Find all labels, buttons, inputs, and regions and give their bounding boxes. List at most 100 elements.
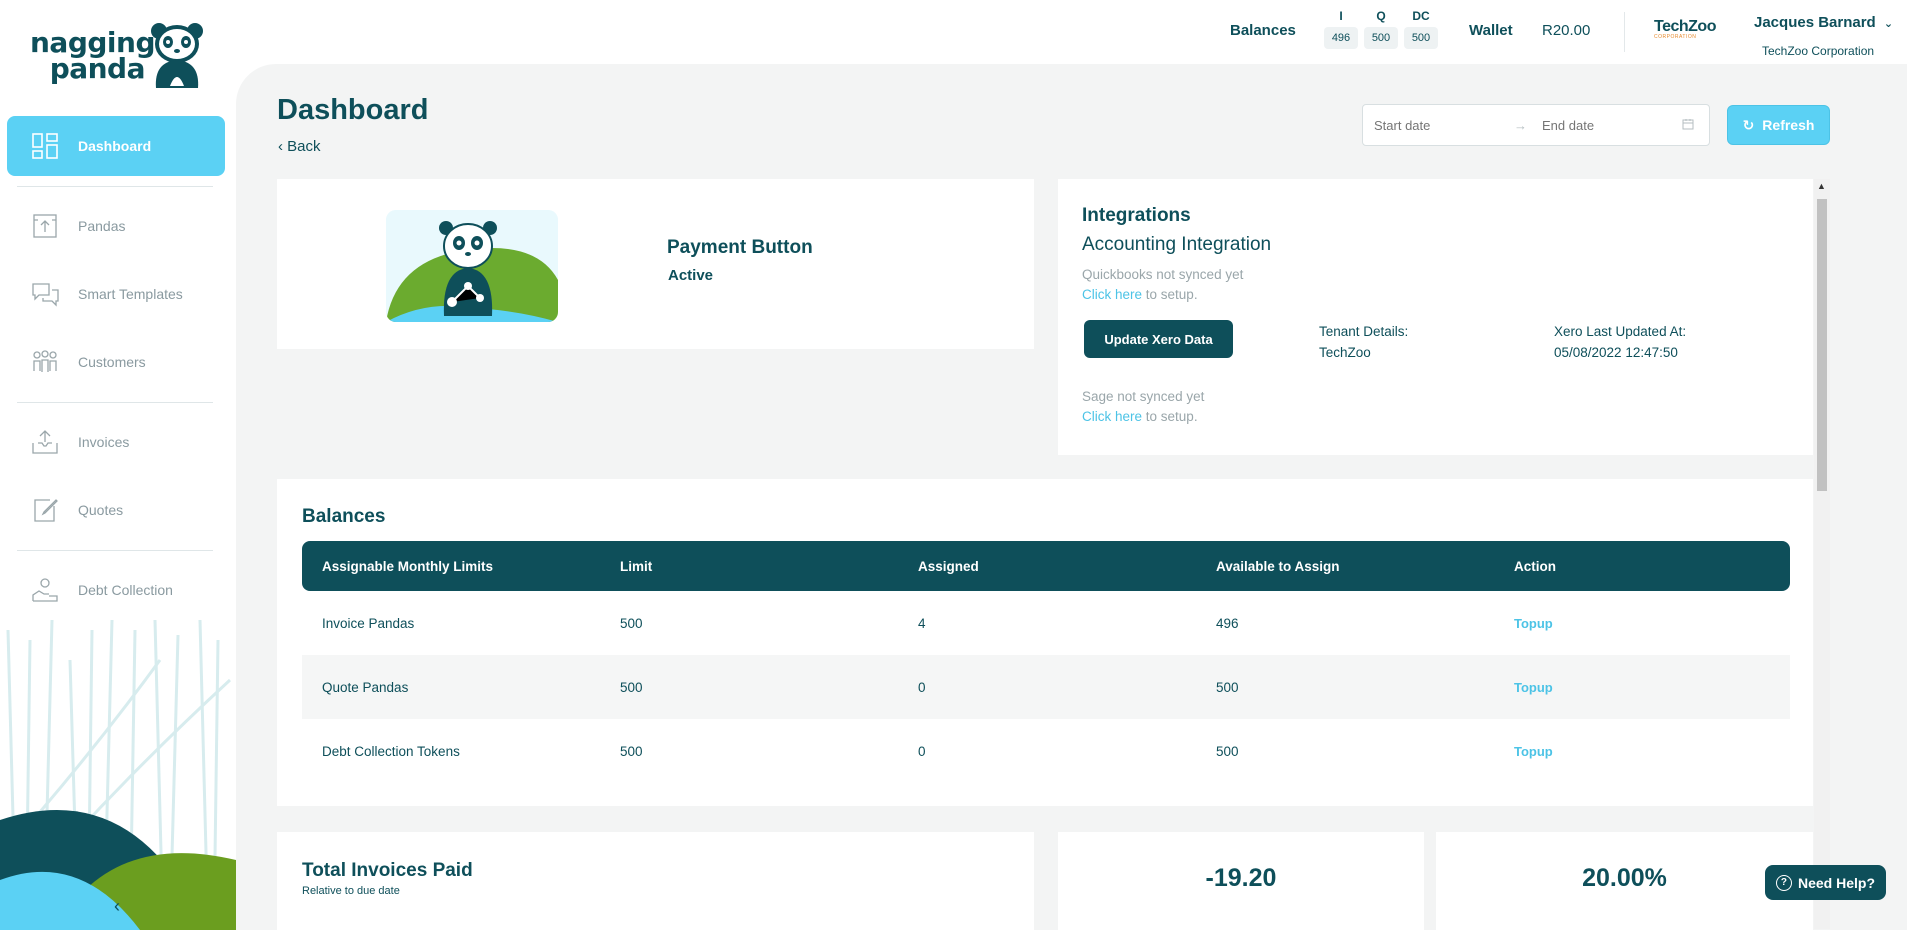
- upload-icon: [30, 427, 60, 457]
- sidebar-item-dashboard[interactable]: Dashboard: [7, 116, 225, 176]
- balance-value: 500: [1404, 27, 1438, 49]
- wallet-label: Wallet: [1469, 22, 1513, 39]
- collapse-sidebar-icon[interactable]: ‹: [107, 896, 127, 916]
- total-invoices-card: Total Invoices Paid Relative to due date: [277, 832, 1034, 930]
- nav-divider: [17, 402, 213, 403]
- refresh-button[interactable]: ↻ Refresh: [1727, 105, 1830, 145]
- date-range-picker[interactable]: →: [1362, 104, 1710, 146]
- payment-button-card: Payment Button Active: [277, 179, 1034, 349]
- brand-line2: panda: [49, 52, 146, 85]
- chevron-down-icon: ⌄: [1883, 18, 1894, 30]
- panda-logo-icon: [151, 23, 203, 88]
- end-date-input[interactable]: [1542, 117, 1682, 133]
- topup-link[interactable]: Topup: [1514, 744, 1553, 759]
- sage-setup-link[interactable]: Click here: [1082, 409, 1142, 424]
- sidebar-item-label: Customers: [78, 354, 146, 370]
- sidebar-item-quotes[interactable]: Quotes: [7, 480, 225, 540]
- sidebar-decoration: [0, 620, 236, 930]
- xero-updated-label: Xero Last Updated At:: [1554, 324, 1687, 339]
- quickbooks-setup-link[interactable]: Click here: [1082, 287, 1142, 302]
- dashboard-icon: [30, 131, 60, 161]
- wallet-value: R20.00: [1542, 22, 1591, 39]
- stat-value: 20.00%: [1582, 864, 1667, 892]
- need-help-label: Need Help?: [1797, 874, 1875, 891]
- sidebar-item-smart-templates[interactable]: Smart Templates: [7, 264, 225, 324]
- sidebar-item-invoices[interactable]: Invoices: [7, 412, 225, 472]
- sidebar-item-label: Quotes: [78, 502, 124, 518]
- sage-setup: Click here to setup.: [1082, 409, 1198, 424]
- table-cell: 496: [1216, 615, 1239, 631]
- table-cell: 0: [918, 679, 926, 695]
- back-link[interactable]: ‹ Back: [278, 138, 321, 155]
- pandas-icon: [30, 211, 60, 241]
- table-cell: 500: [620, 743, 643, 759]
- table-cell: 0: [918, 743, 926, 759]
- tenant-value: TechZoo: [1319, 345, 1371, 360]
- refresh-label: Refresh: [1762, 117, 1815, 133]
- scrollbar-thumb[interactable]: [1817, 199, 1827, 491]
- table-cell: 500: [1216, 679, 1239, 695]
- tenant-label: Tenant Details:: [1319, 324, 1409, 339]
- sidebar-item-label: Pandas: [78, 218, 126, 234]
- quickbooks-status: Quickbooks not synced yet: [1082, 267, 1244, 282]
- sidebar-item-label: Dashboard: [78, 138, 152, 154]
- nav-divider: [17, 186, 213, 187]
- sidebar-item-label: Debt Collection: [78, 582, 173, 598]
- update-xero-button[interactable]: Update Xero Data: [1084, 320, 1233, 358]
- balance-debt-collection: DC 500: [1404, 9, 1438, 49]
- customers-icon: [30, 347, 60, 377]
- setup-text: to setup.: [1142, 409, 1198, 424]
- balances-label: Balances: [1230, 22, 1296, 39]
- stat-card: -19.20: [1058, 832, 1424, 930]
- xero-updated-value: 05/08/2022 12:47:50: [1554, 345, 1678, 360]
- balances-table: Assignable Monthly Limits Limit Assigned…: [302, 541, 1790, 783]
- page-title: Dashboard: [277, 94, 429, 126]
- topup-link[interactable]: Topup: [1514, 680, 1553, 695]
- stat-card: 20.00%: [1436, 832, 1813, 930]
- user-company: TechZoo Corporation: [1762, 44, 1875, 58]
- scroll-up-icon[interactable]: ▲: [1817, 181, 1826, 191]
- table-row: Quote Pandas 500 0 500 Topup: [302, 655, 1790, 719]
- setup-text: to setup.: [1142, 287, 1198, 302]
- payment-panda-image: [386, 210, 558, 322]
- integrations-title: Integrations: [1082, 205, 1191, 226]
- column-header: Action: [1514, 558, 1556, 574]
- balance-value: 496: [1324, 27, 1358, 49]
- content-scrollbar[interactable]: ▲: [1814, 179, 1830, 929]
- top-divider: [1624, 12, 1625, 52]
- brand-name: nagging panda: [30, 29, 156, 85]
- table-cell: 4: [918, 615, 926, 631]
- topup-link[interactable]: Topup: [1514, 616, 1553, 631]
- column-header: Assigned: [918, 558, 979, 574]
- balance-quote: Q 500: [1364, 9, 1398, 49]
- column-header: Limit: [620, 558, 653, 574]
- sidebar: nagging panda Dashboard Pandas Smart Tem…: [0, 0, 236, 930]
- balance-key: Q: [1376, 9, 1386, 23]
- chat-icon: [30, 279, 60, 309]
- table-cell: 500: [620, 679, 643, 695]
- sidebar-item-debt-collection[interactable]: Debt Collection: [7, 560, 225, 620]
- balance-invoice: I 496: [1324, 9, 1358, 49]
- org-logo: TechZoo CORPORATION: [1654, 18, 1726, 46]
- main-content: Dashboard ‹ Back → ↻ Refresh: [236, 64, 1907, 930]
- balances-card: Balances Assignable Monthly Limits Limit…: [277, 479, 1813, 806]
- need-help-button[interactable]: ? Need Help?: [1765, 865, 1886, 900]
- sidebar-item-customers[interactable]: Customers: [7, 332, 225, 392]
- user-menu[interactable]: Jacques Barnard ⌄: [1754, 14, 1893, 31]
- start-date-input[interactable]: [1374, 117, 1514, 133]
- column-header: Available to Assign: [1216, 558, 1340, 574]
- edit-icon: [30, 495, 60, 525]
- brand-logo[interactable]: nagging panda: [30, 22, 210, 92]
- table-cell: Quote Pandas: [322, 679, 409, 695]
- nav-divider: [17, 550, 213, 551]
- table-cell: Invoice Pandas: [322, 615, 415, 631]
- total-invoices-subtitle: Relative to due date: [302, 885, 400, 897]
- top-bar: Balances I 496 Q 500 DC 500 Wallet R20.0…: [236, 0, 1907, 62]
- refresh-icon: ↻: [1742, 116, 1755, 133]
- arrow-right-icon: →: [1514, 117, 1527, 133]
- table-cell: 500: [620, 615, 643, 631]
- payment-title: Payment Button: [667, 237, 813, 258]
- calendar-icon: [1682, 118, 1700, 133]
- sidebar-item-pandas[interactable]: Pandas: [7, 196, 225, 256]
- table-row: Debt Collection Tokens 500 0 500 Topup: [302, 719, 1790, 783]
